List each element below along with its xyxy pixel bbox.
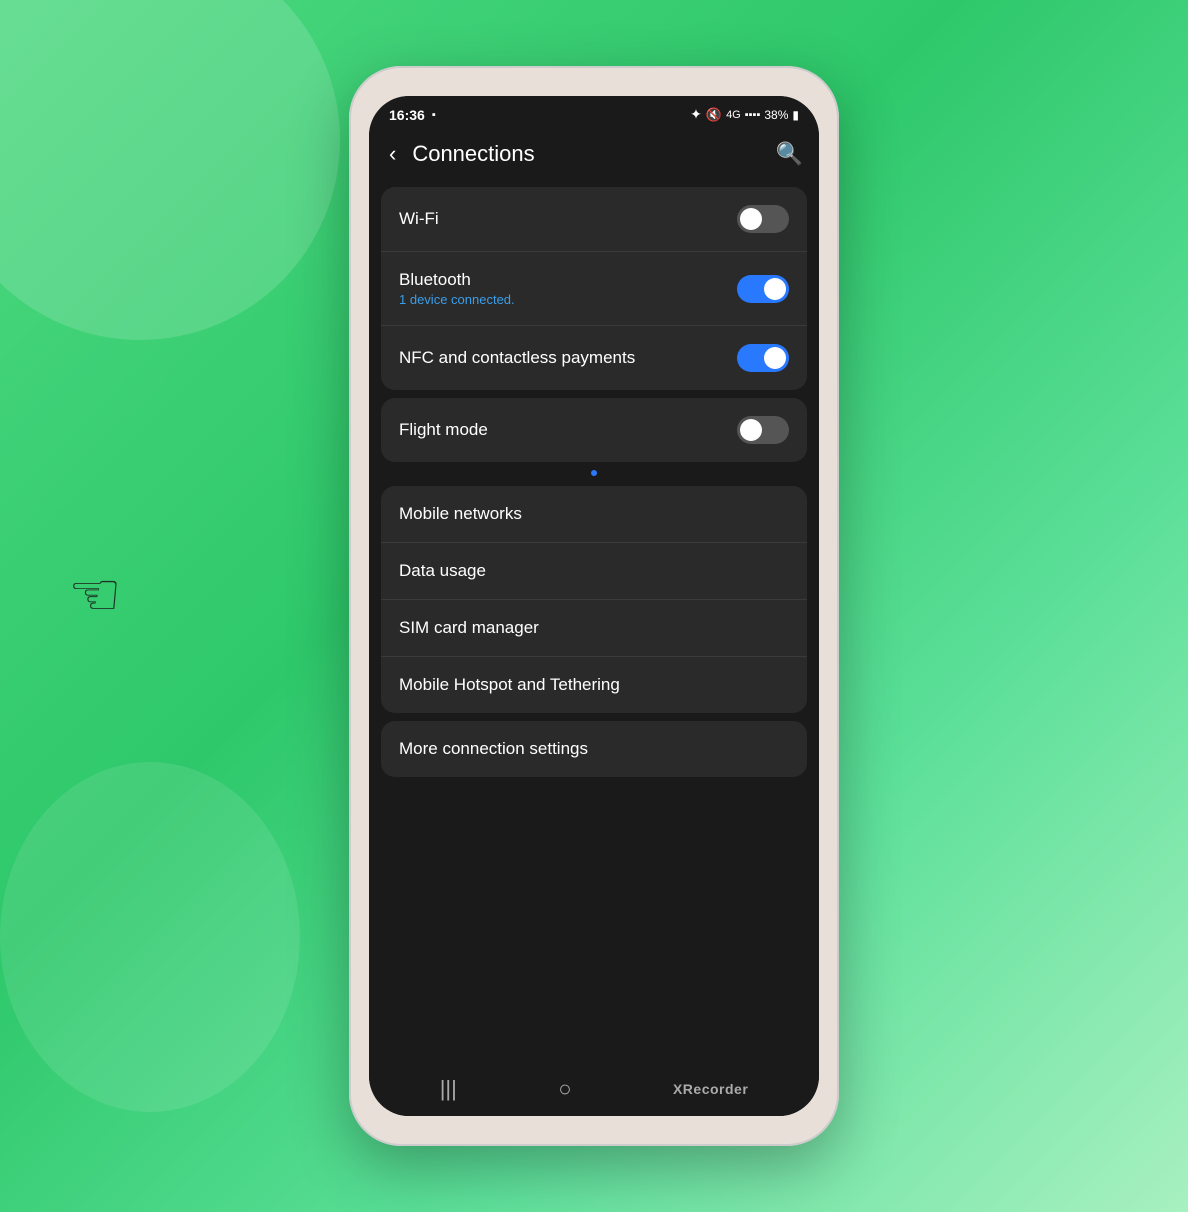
nav-back-button[interactable]: ||| xyxy=(440,1076,457,1102)
sim-card-manager-row[interactable]: SIM card manager xyxy=(381,600,807,657)
more-connection-label-container: More connection settings xyxy=(399,739,588,759)
flight-mode-label: Flight mode xyxy=(399,420,488,440)
mobile-networks-label-container: Mobile networks xyxy=(399,504,522,524)
nfc-toggle-knob xyxy=(764,347,786,369)
flight-mode-row[interactable]: Flight mode xyxy=(381,398,807,462)
nav-home-button[interactable]: ○ xyxy=(558,1076,571,1102)
nfc-row[interactable]: NFC and contactless payments xyxy=(381,326,807,390)
status-icons: ✦ 🔇 4G ▪▪▪▪ 38% ▮ xyxy=(690,106,799,123)
card-group-wifi-bluetooth-nfc: Wi-Fi Bluetooth 1 device connected. xyxy=(381,187,807,390)
bluetooth-label: Bluetooth xyxy=(399,270,515,290)
hotspot-tethering-row[interactable]: Mobile Hotspot and Tethering xyxy=(381,657,807,713)
data-usage-row[interactable]: Data usage xyxy=(381,543,807,600)
data-usage-label: Data usage xyxy=(399,561,486,581)
bluetooth-row[interactable]: Bluetooth 1 device connected. xyxy=(381,252,807,326)
battery-icon: ▮ xyxy=(792,108,799,122)
wifi-toggle-knob xyxy=(740,208,762,230)
wifi-row[interactable]: Wi-Fi xyxy=(381,187,807,252)
sim-card-label-container: SIM card manager xyxy=(399,618,539,638)
battery-percent: 38% xyxy=(764,108,788,122)
wifi-label-container: Wi-Fi xyxy=(399,209,439,229)
search-button[interactable]: 🔍 xyxy=(776,141,803,167)
bluetooth-toggle-knob xyxy=(764,278,786,300)
hotspot-label-container: Mobile Hotspot and Tethering xyxy=(399,675,620,695)
bluetooth-label-container: Bluetooth 1 device connected. xyxy=(399,270,515,307)
top-bar: ‹ Connections 🔍 xyxy=(369,129,819,183)
mobile-networks-row[interactable]: Mobile networks xyxy=(381,486,807,543)
clock: 16:36 xyxy=(389,107,425,123)
more-connection-settings-row[interactable]: More connection settings xyxy=(381,721,807,777)
camera-status-icon: ▪ xyxy=(432,109,436,121)
settings-content: Wi-Fi Bluetooth 1 device connected. xyxy=(369,183,819,1066)
status-bar: 16:36 ▪ ✦ 🔇 4G ▪▪▪▪ 38% ▮ xyxy=(369,96,819,129)
signal-bars-icon: ▪▪▪▪ xyxy=(745,109,761,121)
flight-toggle-knob xyxy=(740,419,762,441)
pointing-hand-icon: ☞ xyxy=(68,560,122,630)
nav-bar: ||| ○ XRecorder xyxy=(369,1066,819,1116)
bluetooth-toggle[interactable] xyxy=(737,275,789,303)
card-group-mobile: Mobile networks Data usage SIM card mana… xyxy=(381,486,807,713)
nfc-label-container: NFC and contactless payments xyxy=(399,348,635,368)
nav-recorder-label: XRecorder xyxy=(673,1081,748,1097)
bluetooth-status-icon: ✦ xyxy=(690,106,702,123)
flight-mode-toggle[interactable] xyxy=(737,416,789,444)
nfc-label: NFC and contactless payments xyxy=(399,348,635,368)
data-usage-label-container: Data usage xyxy=(399,561,486,581)
card-group-flight: Flight mode xyxy=(381,398,807,462)
signal-status-icon: 4G xyxy=(726,109,741,121)
bg-decoration-blob1 xyxy=(0,0,340,340)
mute-status-icon: 🔇 xyxy=(706,107,722,123)
hotspot-tethering-label: Mobile Hotspot and Tethering xyxy=(399,675,620,695)
wifi-toggle[interactable] xyxy=(737,205,789,233)
bg-decoration-blob2 xyxy=(0,762,300,1112)
phone-screen: 16:36 ▪ ✦ 🔇 4G ▪▪▪▪ 38% ▮ ‹ Connections … xyxy=(369,96,819,1116)
back-button[interactable]: ‹ xyxy=(385,137,400,171)
status-time: 16:36 ▪ xyxy=(389,107,436,123)
page-title: Connections xyxy=(412,141,763,167)
sim-card-manager-label: SIM card manager xyxy=(399,618,539,638)
mobile-networks-label: Mobile networks xyxy=(399,504,522,524)
scroll-dot-indicator xyxy=(591,470,597,476)
flight-label-container: Flight mode xyxy=(399,420,488,440)
nfc-toggle[interactable] xyxy=(737,344,789,372)
wifi-label: Wi-Fi xyxy=(399,209,439,229)
card-group-more: More connection settings xyxy=(381,721,807,777)
more-connection-settings-label: More connection settings xyxy=(399,739,588,759)
phone-shell: 16:36 ▪ ✦ 🔇 4G ▪▪▪▪ 38% ▮ ‹ Connections … xyxy=(349,66,839,1146)
bluetooth-sublabel: 1 device connected. xyxy=(399,292,515,307)
